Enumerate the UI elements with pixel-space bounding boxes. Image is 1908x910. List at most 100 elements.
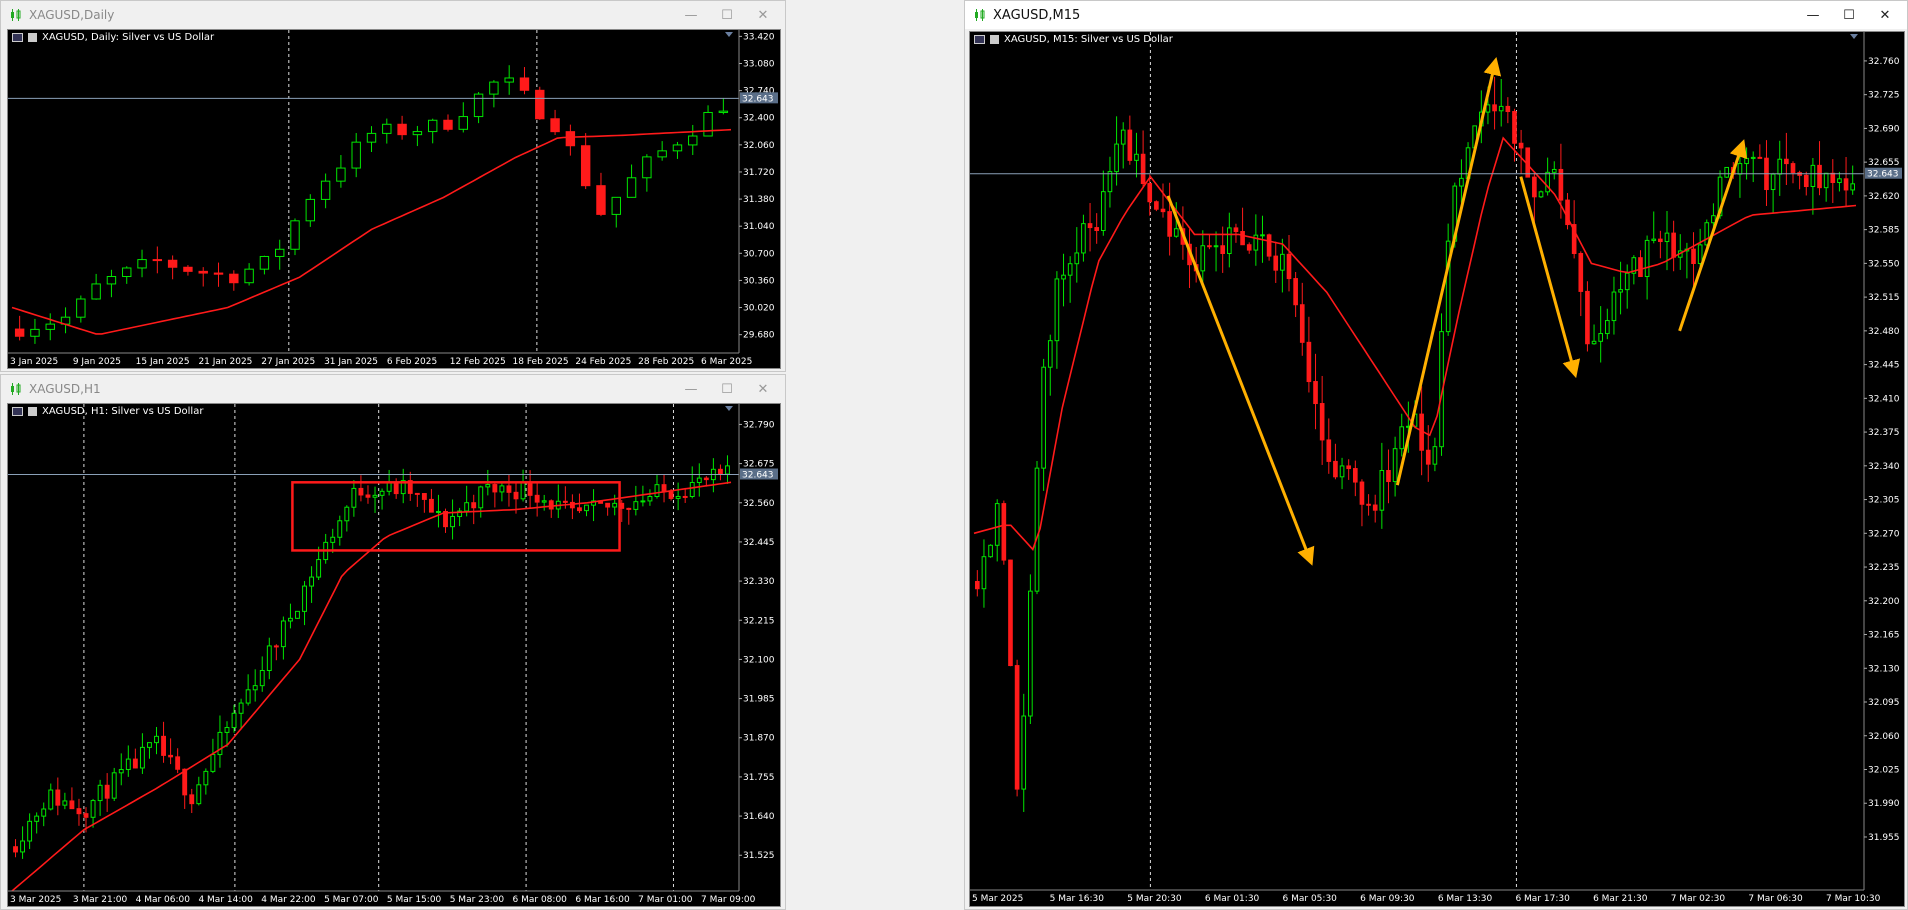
candle-body	[1591, 340, 1597, 345]
price-label: 33.420	[743, 32, 775, 42]
time-label: 6 Mar 01:30	[1205, 894, 1260, 904]
time-label: 7 Mar 10:30	[1826, 894, 1881, 904]
candle-body	[55, 789, 61, 806]
candle-body	[1598, 333, 1604, 342]
candle-body	[577, 507, 582, 512]
price-label: 30.700	[743, 249, 775, 259]
candle-body	[1750, 156, 1756, 159]
candle-body	[203, 770, 209, 786]
candle-body	[175, 756, 181, 770]
candle-body	[450, 515, 456, 528]
candle-body	[320, 180, 331, 200]
candle-body	[633, 501, 639, 510]
time-label: 6 Feb 2025	[387, 357, 437, 367]
chart-daily[interactable]: 33.420 33.080 32.740 32.400 32.060 31.720 31.3…	[7, 29, 781, 369]
candle-body	[351, 487, 357, 508]
time-label: 7 Mar 02:30	[1671, 894, 1726, 904]
window-h1[interactable]: XAGUSD,H1 — ☐ ✕ 32.790 32.675 32.560 32.445…	[0, 374, 786, 910]
candle-body	[1246, 244, 1252, 251]
close-button[interactable]: ✕	[745, 1, 781, 29]
maximize-button[interactable]: ☐	[709, 1, 745, 29]
candle-body	[1047, 340, 1053, 368]
candle-body	[41, 808, 47, 817]
candle-body	[330, 536, 336, 543]
price-label: 32.445	[743, 538, 775, 548]
chart-m15[interactable]: 32.760 32.725 32.690 32.655 32.620 32.585 32.5…	[969, 31, 1905, 907]
candle-body	[1459, 177, 1464, 187]
candle-body	[717, 468, 723, 475]
price-label: 32.760	[1868, 57, 1900, 67]
table-icon	[12, 407, 23, 416]
close-button[interactable]: ✕	[745, 375, 781, 403]
candle-body	[513, 491, 519, 500]
titlebar-m15[interactable]: XAGUSD,M15	[965, 1, 1907, 29]
candle-body	[1034, 467, 1040, 592]
candle-body	[1094, 227, 1100, 232]
price-label: 32.340	[1868, 462, 1900, 472]
candle-body	[280, 620, 286, 648]
chart-title: XAGUSD, Daily: Silver vs US Dollar	[12, 32, 214, 43]
minimize-button[interactable]: —	[673, 1, 709, 29]
candle-body	[1850, 183, 1856, 191]
candle-body	[182, 768, 188, 796]
chart-h1[interactable]: 32.790 32.675 32.560 32.445 32.330 32.215 32.1…	[7, 403, 781, 907]
price-label: 31.755	[743, 773, 775, 783]
table-icon	[12, 33, 23, 42]
candle-body	[20, 840, 26, 853]
moving-average-line	[11, 481, 732, 892]
window-m15[interactable]: XAGUSD,M15 — ☐ ✕ 32.760 32.725 32.690 32.65…	[964, 0, 1908, 910]
candle-body	[1744, 157, 1749, 165]
close-button[interactable]: ✕	[1867, 1, 1903, 29]
time-label: 6 Mar 17:30	[1515, 894, 1570, 904]
candle-body	[1240, 231, 1245, 246]
titlebar-h1[interactable]: XAGUSD,H1	[1, 375, 785, 403]
candle-body	[1810, 164, 1816, 188]
candle-body	[1140, 153, 1146, 185]
time-label: 6 Mar 09:30	[1360, 894, 1415, 904]
candle-body	[1830, 172, 1836, 183]
candle-body	[1784, 158, 1789, 165]
candle-body	[1286, 253, 1292, 280]
candle-body	[1067, 263, 1073, 276]
time-label: 6 Mar 16:00	[575, 895, 630, 905]
titlebar-daily[interactable]: XAGUSD,Daily	[1, 1, 785, 29]
window-daily[interactable]: XAGUSD,Daily — ☐ ✕ 33.420 33.080 32.740 32.…	[0, 0, 786, 372]
candle-body	[1087, 223, 1093, 229]
time-label: 4 Mar 06:00	[136, 895, 191, 905]
candle-body	[1386, 470, 1391, 483]
time-label: 4 Mar 14:00	[198, 895, 253, 905]
trend-arrow	[1395, 56, 1502, 486]
candle-body	[189, 794, 195, 805]
window-title: XAGUSD,Daily	[29, 8, 115, 22]
price-label: 31.985	[743, 695, 775, 705]
candle-body	[167, 259, 178, 268]
candle-body	[147, 742, 152, 748]
candle-body	[90, 800, 96, 818]
price-label: 30.020	[743, 304, 775, 314]
candle-body	[1313, 381, 1318, 405]
maximize-button[interactable]: ☐	[1831, 1, 1867, 29]
price-label: 31.040	[743, 222, 775, 232]
candle-body	[640, 500, 646, 503]
candle-body	[988, 544, 993, 558]
candle-body	[1492, 104, 1497, 112]
candle-body	[210, 754, 216, 772]
price-label: 32.585	[1868, 226, 1900, 236]
candle-body	[1532, 176, 1537, 198]
price-label: 32.060	[1868, 732, 1900, 742]
candle-body	[1837, 178, 1842, 183]
time-label: 7 Mar 09:00	[701, 895, 756, 905]
candle-body	[1505, 105, 1511, 113]
price-label: 32.515	[1868, 293, 1900, 303]
maximize-button[interactable]: ☐	[709, 375, 745, 403]
time-label: 5 Mar 2025	[972, 894, 1023, 904]
candle-body	[464, 502, 470, 512]
candle-body	[13, 846, 18, 853]
candle-body	[1644, 239, 1650, 278]
price-label: 32.690	[1868, 124, 1900, 134]
candle-body	[316, 559, 322, 578]
candle-body	[231, 712, 237, 729]
minimize-button[interactable]: —	[673, 375, 709, 403]
candle-body	[139, 746, 145, 769]
minimize-button[interactable]: —	[1795, 1, 1831, 29]
